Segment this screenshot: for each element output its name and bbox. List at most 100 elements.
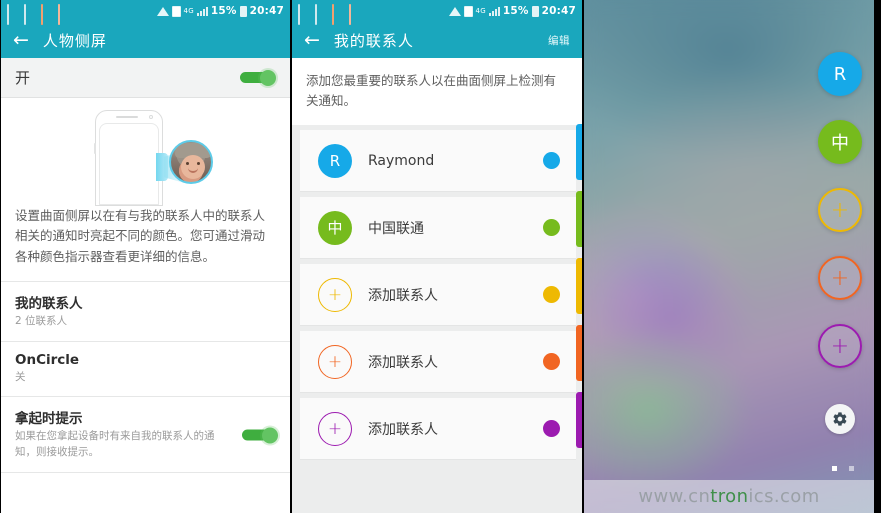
edge-color-tab (576, 124, 582, 180)
switch-knob (262, 427, 278, 443)
panel1-body: 开 设置曲面侧屏以在有与我的联系人中的联系人相关的通知时亮起不同的颜色。您可通过… (1, 58, 290, 513)
contact-color-dot (543, 152, 560, 169)
edge-color-tab (576, 191, 582, 247)
battery-percent-label: 15% (210, 5, 237, 17)
app-orange-icon (332, 4, 344, 25)
setting-subtitle: 2 位联系人 (15, 314, 68, 327)
status-bar-system-icons: 4G 15% 20:47 (156, 5, 284, 17)
battery-icon (531, 5, 539, 17)
app-bar-1: ← 人物侧屏 (1, 22, 290, 58)
phone-camera-icon (149, 115, 153, 119)
list-item-add-contact[interactable]: + 添加联系人 (300, 331, 576, 393)
email-icon (24, 4, 36, 25)
curved-edge-phone-illustration (1, 98, 290, 206)
contact-avatar: R (318, 143, 352, 178)
edge-add-contact-circle-orange[interactable]: + (818, 256, 862, 300)
back-arrow-icon[interactable]: ← (13, 30, 29, 50)
master-toggle-switch[interactable] (240, 70, 276, 86)
app-orange-icon (41, 4, 53, 25)
edge-contact-circle-raymond[interactable]: R (818, 52, 862, 96)
plus-icon: + (318, 344, 352, 379)
edge-color-tab (576, 325, 582, 381)
setting-row-my-people[interactable]: 我的联系人 2 位联系人 (1, 282, 290, 342)
eye-left-shape (186, 162, 189, 165)
list-description: 添加您最重要的联系人以在曲面侧屏上检测有关通知。 (292, 58, 582, 125)
edge-color-tab (576, 392, 582, 448)
back-arrow-icon[interactable]: ← (304, 30, 320, 50)
contact-avatar: 中 (318, 210, 352, 245)
status-bar-notification-icons (7, 4, 70, 25)
setting-title: OnCircle (15, 351, 80, 368)
contact-name: Raymond (368, 152, 435, 169)
list-item[interactable]: 中 中国联通 (300, 197, 576, 259)
eye-right-shape (197, 162, 200, 165)
master-toggle-label: 开 (15, 69, 31, 87)
phone-screen-icon (99, 123, 159, 205)
edit-button[interactable]: 编辑 (548, 33, 570, 48)
phone-side-button-icon (93, 143, 96, 154)
wifi-icon (448, 6, 461, 16)
list-item-add-contact[interactable]: + 添加联系人 (300, 264, 576, 326)
setting-title: 拿起时提示 (15, 411, 83, 428)
page-title: 我的联系人 (333, 31, 414, 50)
status-bar-1: 4G 15% 20:47 (1, 0, 290, 25)
sync-icon (58, 4, 70, 25)
pickup-alert-toggle-switch[interactable] (242, 427, 278, 443)
setting-row-oncircle[interactable]: OnCircle 关 (1, 342, 290, 398)
screenshot-root: 4G 15% 20:47 ← 人物侧屏 开 设置曲面侧屏以在有与我的联系人中的联… (0, 0, 881, 513)
contact-list: R Raymond 中 中国联通 + 添加联系人 + 添加联系人 + 添加联系人 (292, 130, 582, 460)
sync-icon (349, 4, 361, 25)
page-title: 人物侧屏 (42, 31, 107, 50)
list-item-add-contact[interactable]: + 添加联系人 (300, 398, 576, 460)
panel-edge-screen-overlay[interactable]: R 中 + + + www.cn tron ics.com (584, 0, 875, 513)
contact-color-dot (543, 286, 560, 303)
contact-color-dot (543, 353, 560, 370)
switch-knob (260, 70, 276, 86)
master-toggle-row[interactable]: 开 (1, 58, 290, 98)
contact-name: 添加联系人 (368, 354, 438, 371)
battery-percent-label: 15% (502, 5, 529, 17)
panel-my-people-list: 4G 15% 20:47 ← 我的联系人 编辑 添加您最重要的联系人以在曲面侧屏… (292, 0, 584, 513)
sms-icon (7, 4, 19, 25)
edge-color-tab (576, 258, 582, 314)
panel-people-edge-settings: 4G 15% 20:47 ← 人物侧屏 开 设置曲面侧屏以在有与我的联系人中的联… (0, 0, 292, 513)
feature-description: 设置曲面侧屏以在有与我的联系人中的联系人相关的通知时亮起不同的颜色。您可通过滑动… (1, 194, 290, 282)
watermark-suffix: ics.com (748, 486, 820, 507)
plus-icon: + (318, 411, 352, 446)
sim-card-icon (171, 5, 181, 17)
network-type-label: 4G (183, 7, 194, 15)
watermark: www.cn tron ics.com (584, 480, 874, 513)
phone-outline-icon (93, 110, 163, 206)
gear-icon[interactable] (825, 404, 855, 434)
list-item[interactable]: R Raymond (300, 130, 576, 192)
status-bar-notification-icons (298, 4, 361, 25)
setting-subtitle: 关 (15, 370, 26, 383)
contact-name: 中国联通 (368, 220, 424, 237)
sms-icon (298, 4, 310, 25)
battery-icon (239, 5, 247, 17)
setting-subtitle: 如果在您拿起设备时有来自我的联系人的通知，则接收提示。 (15, 430, 215, 458)
edge-color-tabs (576, 58, 582, 513)
page-dot[interactable] (849, 466, 854, 471)
panel2-body: 添加您最重要的联系人以在曲面侧屏上检测有关通知。 R Raymond 中 中国联… (292, 58, 582, 513)
edge-add-contact-circle-purple[interactable]: + (818, 324, 862, 368)
contact-photo-avatar (169, 140, 213, 184)
watermark-prefix: www.cn (638, 486, 711, 507)
app-bar-2: ← 我的联系人 编辑 (292, 22, 582, 58)
face-shape (181, 155, 205, 179)
edge-add-contact-circle-yellow[interactable]: + (818, 188, 862, 232)
watermark-mid: tron (710, 486, 749, 507)
sim-card-icon (463, 5, 473, 17)
plus-icon: + (318, 277, 352, 312)
setting-row-pickup-alert[interactable]: 拿起时提示 如果在您拿起设备时有来自我的联系人的通知，则接收提示。 (1, 397, 290, 473)
contact-name: 添加联系人 (368, 421, 438, 438)
page-dot-active[interactable] (832, 466, 837, 471)
contact-name: 添加联系人 (368, 287, 438, 304)
phone-speaker-icon (116, 116, 138, 118)
edge-people-circles: R 中 + + + (818, 52, 862, 368)
page-indicator-dots (832, 466, 854, 471)
email-icon (315, 4, 327, 25)
wifi-icon (156, 6, 169, 16)
edge-contact-circle-china-unicom[interactable]: 中 (818, 120, 862, 164)
signal-bars-icon (488, 6, 500, 16)
